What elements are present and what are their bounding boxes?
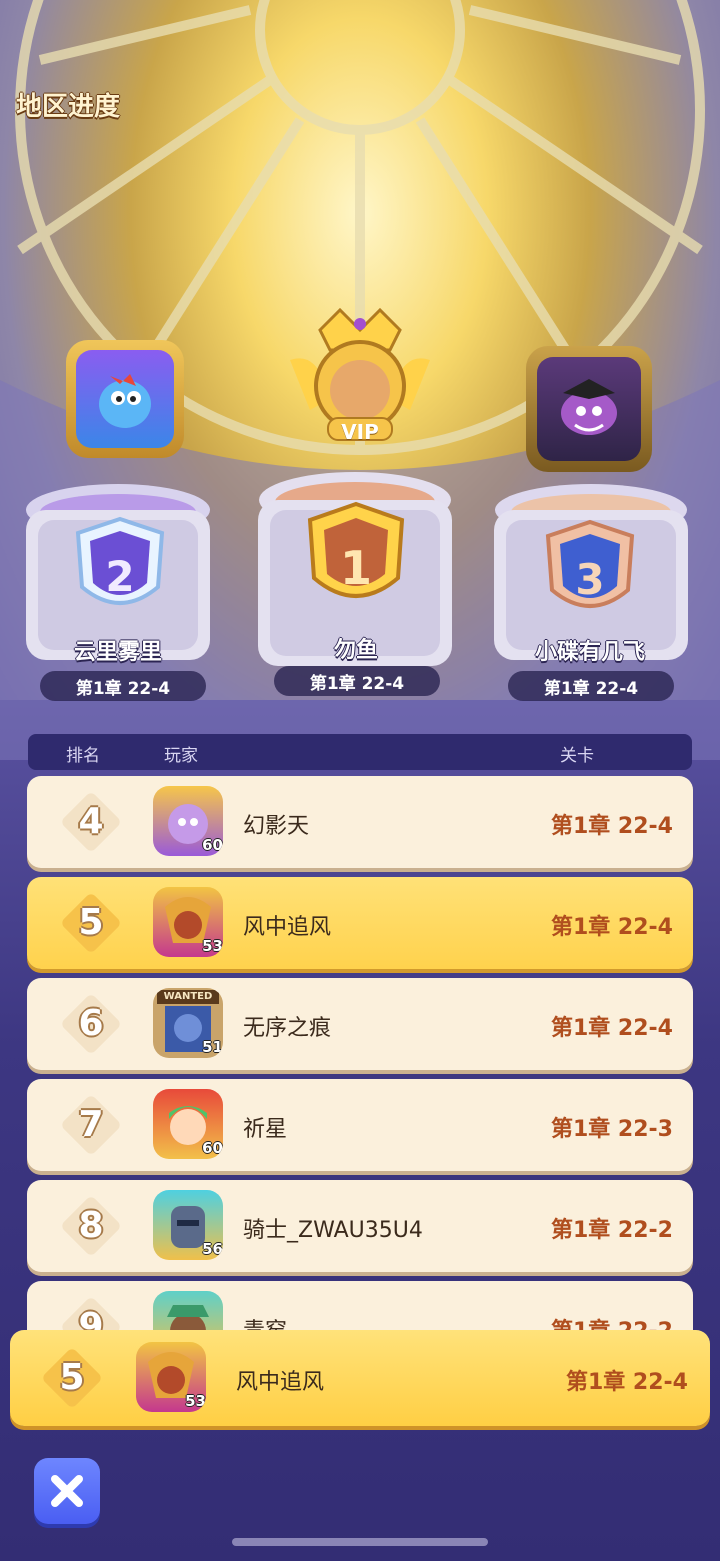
avatar[interactable]: WANTED 51	[153, 988, 223, 1058]
podium-rank-3: 3	[575, 555, 604, 604]
player-stage: 第1章 22-4	[550, 1016, 673, 1041]
avatar[interactable]: 53	[153, 887, 223, 957]
podium-avatar-2[interactable]	[66, 340, 184, 458]
rank-diamond: 8	[59, 1194, 123, 1258]
avatar[interactable]: 53	[136, 1342, 206, 1412]
header-rank: 排名	[66, 746, 100, 766]
avatar[interactable]: 60	[153, 786, 223, 856]
ranking-list[interactable]: 4 60 幻影天 第1章 22-4 5 53 风中追风 第1章 22-4 6 W…	[0, 776, 720, 1336]
podium-rank-1: 1	[340, 541, 372, 595]
rank-diamond: 5	[40, 1346, 104, 1410]
podium-avatar-3[interactable]	[526, 346, 652, 472]
podium-stage-1: 第1章 22-4	[274, 666, 440, 696]
table-row[interactable]: 4 60 幻影天 第1章 22-4	[27, 776, 693, 868]
podium-name-3: 小碟有几飞	[534, 640, 645, 665]
player-stage: 第1章 22-3	[550, 1117, 673, 1142]
table-row[interactable]: 7 60 祈星 第1章 22-3	[27, 1079, 693, 1171]
level-badge: 60	[202, 1139, 223, 1157]
table-row[interactable]: 5 53 风中追风 第1章 22-4	[27, 877, 693, 969]
wanted-tag: WANTED	[157, 990, 219, 1004]
pirate-octopus-avatar-icon	[561, 379, 617, 435]
level-badge: 53	[185, 1392, 206, 1410]
table-row[interactable]: 6 WANTED 51 无序之痕 第1章 22-4	[27, 978, 693, 1070]
table-row[interactable]: 8 56 骑士_ZWAU35U4 第1章 22-2	[27, 1180, 693, 1272]
player-stage: 第1章 22-2	[550, 1218, 673, 1243]
rank-diamond: 4	[59, 790, 123, 854]
rank-diamond: 5	[59, 891, 123, 955]
rank-2-shield-icon: 2	[75, 516, 165, 605]
table-header: 排名 玩家 关卡	[28, 734, 692, 770]
player-name: 骑士_ZWAU35U4	[243, 1218, 423, 1243]
rank-diamond: 6	[59, 992, 123, 1056]
level-badge: 60	[202, 836, 223, 854]
podium-name-2: 云里雾里	[73, 640, 162, 665]
podium-stage-3: 第1章 22-4	[508, 671, 674, 701]
close-icon	[51, 1475, 83, 1507]
podium-stage-2: 第1章 22-4	[40, 671, 206, 701]
player-name: 无序之痕	[243, 1016, 332, 1041]
table-row[interactable]: 9 青窑 第1章 22-2	[27, 1281, 693, 1336]
podium-name-1: 勿鱼	[333, 638, 378, 663]
player-name: 祈星	[243, 1117, 288, 1142]
player-name: 幻影天	[243, 814, 310, 839]
page-title: 地区进度	[16, 92, 121, 122]
level-badge: 53	[202, 937, 223, 955]
podium-avatar-1[interactable]: VIP	[280, 290, 440, 450]
rank-diamond: 7	[59, 1093, 123, 1157]
podium-rank-2: 2	[105, 552, 134, 601]
close-button[interactable]	[34, 1458, 100, 1524]
home-indicator[interactable]	[232, 1538, 488, 1546]
player-name: 风中追风	[236, 1370, 325, 1395]
level-badge: 56	[202, 1240, 223, 1258]
avatar[interactable]: 56	[153, 1190, 223, 1260]
level-badge: 51	[202, 1038, 223, 1056]
header-level: 关卡	[560, 746, 594, 766]
header-player: 玩家	[164, 746, 198, 766]
my-rank-bar[interactable]: 5 53 风中追风 第1章 22-4	[10, 1330, 710, 1426]
vip-badge: VIP	[341, 420, 379, 444]
player-stage: 第1章 22-4	[550, 814, 673, 839]
rank-3-shield-icon: 3	[545, 519, 635, 608]
avatar[interactable]: 60	[153, 1089, 223, 1159]
bird-avatar-icon	[99, 374, 151, 428]
player-name: 风中追风	[243, 915, 332, 940]
player-stage: 第1章 22-4	[550, 915, 673, 940]
player-stage: 第1章 22-4	[565, 1370, 688, 1395]
rank-1-shield-icon: 1	[307, 501, 405, 598]
